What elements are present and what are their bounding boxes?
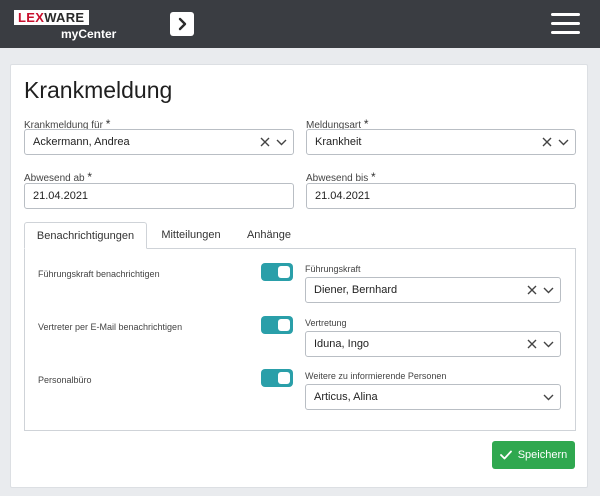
vertretung-label: Vertretung [305, 318, 347, 328]
abwesend-ab-input[interactable]: 21.04.2021 [24, 183, 294, 209]
menu-icon[interactable] [551, 13, 580, 35]
vertretung-select[interactable]: Iduna, Ingo [305, 331, 561, 357]
top-bar: LEXWARE myCenter [0, 0, 600, 48]
lexware-logo[interactable]: LEXWARE myCenter [14, 9, 116, 41]
sick-note-form: Krankmeldung Krankmeldung für * Ackerman… [10, 64, 588, 488]
clear-icon[interactable] [527, 339, 537, 349]
clear-icon[interactable] [527, 285, 537, 295]
expand-nav-button[interactable] [170, 12, 194, 36]
chevron-down-icon[interactable] [543, 394, 554, 401]
weitere-personen-select[interactable]: Articus, Alina [305, 384, 561, 410]
tab-mitteilungen[interactable]: Mitteilungen [148, 222, 234, 249]
notify-hr-label: Personalbüro [38, 375, 92, 385]
chevron-down-icon[interactable] [276, 139, 287, 146]
chevron-down-icon[interactable] [543, 287, 554, 294]
chevron-down-icon[interactable] [558, 139, 569, 146]
krankmeldung-fuer-select[interactable]: Ackermann, Andrea [24, 129, 294, 155]
weitere-personen-label: Weitere zu informierende Personen [305, 371, 447, 381]
save-button[interactable]: Speichern [492, 441, 575, 469]
save-button-label: Speichern [517, 449, 568, 461]
chevron-down-icon[interactable] [543, 341, 554, 348]
notify-deputy-label: Vertreter per E-Mail benachrichtigen [38, 322, 183, 332]
notify-hr-toggle[interactable] [261, 369, 293, 387]
abwesend-bis-label: Abwesend bis * [306, 170, 376, 184]
krankmeldung-fuer-value: Ackermann, Andrea [33, 136, 130, 148]
tab-anhaenge[interactable]: Anhänge [234, 222, 304, 249]
notifications-panel: Führungskraft benachrichtigen Vertreter … [24, 248, 576, 431]
logo-subtitle: myCenter [61, 27, 117, 41]
abwesend-ab-label: Abwesend ab * [24, 170, 93, 184]
meldungsart-value: Krankheit [315, 136, 362, 148]
chevron-right-icon [178, 17, 187, 31]
abwesend-bis-input[interactable]: 21.04.2021 [306, 183, 576, 209]
fuehrungskraft-label: Führungskraft [305, 264, 361, 274]
meldungsart-select[interactable]: Krankheit [306, 129, 576, 155]
tab-benachrichtigungen[interactable]: Benachrichtigungen [24, 222, 147, 249]
notify-manager-toggle[interactable] [261, 263, 293, 281]
check-icon [499, 450, 512, 460]
clear-icon[interactable] [260, 137, 270, 147]
page-title: Krankmeldung [24, 77, 173, 103]
logo-badge: LEXWARE [14, 10, 90, 25]
notify-manager-label: Führungskraft benachrichtigen [38, 269, 160, 279]
fuehrungskraft-select[interactable]: Diener, Bernhard [305, 277, 561, 303]
notify-deputy-toggle[interactable] [261, 316, 293, 334]
clear-icon[interactable] [542, 137, 552, 147]
